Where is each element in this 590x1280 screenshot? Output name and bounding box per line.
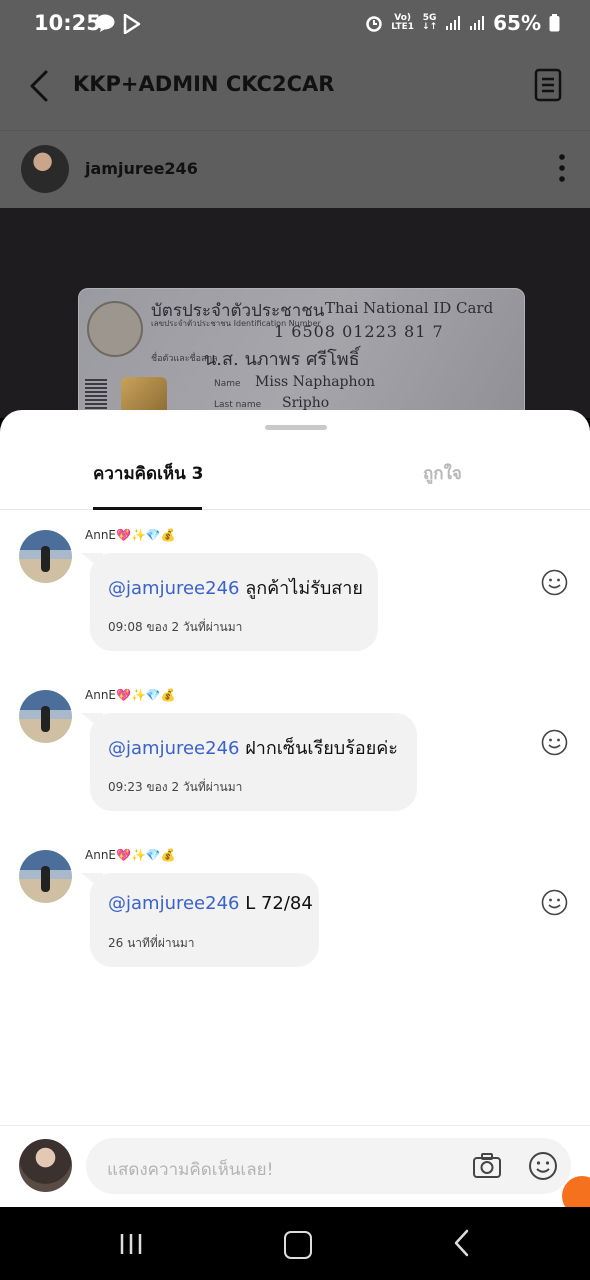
- id-number: 1 6508 01223 81 7: [274, 322, 444, 341]
- id-title-english: Thai National ID Card: [325, 299, 494, 317]
- id-name-english: Miss Naphaphon: [255, 374, 375, 390]
- comment-time: 09:23 ของ 2 วันที่ผ่านมา: [108, 780, 243, 794]
- line-notification-icon: [95, 14, 115, 32]
- mention-link[interactable]: @jamjuree246: [108, 738, 239, 759]
- avatar[interactable]: [21, 145, 69, 193]
- tab-comments[interactable]: ความคิดเห็น 3: [93, 460, 203, 487]
- comment-composer: แสดงความคิดเห็นเลย!: [0, 1125, 590, 1207]
- comment-author[interactable]: AnnE💖✨💎💰: [85, 848, 176, 862]
- comment-input[interactable]: แสดงความคิดเห็นเลย!: [86, 1138, 571, 1194]
- volte-indicator: Vo) LTE1: [391, 13, 415, 32]
- signal-icon-1: [446, 16, 461, 30]
- home-icon[interactable]: [284, 1231, 312, 1259]
- comment-input-placeholder: แสดงความคิดเห็นเลย!: [107, 1160, 274, 1180]
- back-arrow-icon[interactable]: [26, 68, 54, 104]
- sheet-tabs: ความคิดเห็น 3 ถูกใจ: [0, 446, 590, 510]
- comment-text: @jamjuree246 ลูกค้าไม่รับสาย: [108, 578, 363, 599]
- signal-icon-2: [470, 16, 485, 30]
- status-time: 10:25: [34, 11, 101, 35]
- comment-author[interactable]: AnnE💖✨💎💰: [85, 528, 176, 542]
- id-name-en-label: Name: [214, 379, 241, 389]
- post-photo[interactable]: บัตรประจำตัวประชาชน Thai National ID Car…: [0, 208, 590, 418]
- comment-text: @jamjuree246 ฝากเซ็นเรียบร้อยค่ะ: [108, 738, 398, 759]
- id-name-thai: น.ส. นภาพร ศรีโพธิ์: [204, 349, 360, 370]
- play-store-icon: [123, 14, 141, 34]
- smiley-reaction-icon[interactable]: [541, 889, 568, 916]
- comment-bubble[interactable]: @jamjuree246 ลูกค้าไม่รับสาย 09:08 ของ 2…: [81, 553, 378, 651]
- camera-icon[interactable]: [472, 1152, 502, 1180]
- battery-icon: [549, 14, 560, 32]
- comment-text: @jamjuree246 L 72/84: [108, 893, 313, 914]
- comment-author[interactable]: AnnE💖✨💎💰: [85, 688, 176, 702]
- id-lastname-label: Last name: [214, 400, 262, 410]
- emoji-icon[interactable]: [528, 1151, 558, 1181]
- network-indicator: 5G ↓↑: [422, 13, 438, 32]
- post-author-bar: jamjuree246: [0, 130, 590, 209]
- tab-likes[interactable]: ถูกใจ: [423, 460, 462, 487]
- status-bar: 10:25 Vo) LTE1 5G ↓↑ 65%: [0, 0, 590, 44]
- mention-link[interactable]: @jamjuree246: [108, 893, 239, 914]
- post-author-name[interactable]: jamjuree246: [85, 159, 198, 178]
- comment-time: 26 นาทีที่ผ่านมา: [108, 936, 195, 950]
- avatar[interactable]: [19, 690, 72, 743]
- smiley-reaction-icon[interactable]: [541, 729, 568, 756]
- emblem-icon: [87, 301, 143, 357]
- avatar[interactable]: [19, 850, 72, 903]
- mention-link[interactable]: @jamjuree246: [108, 578, 239, 599]
- alarm-icon: [366, 16, 382, 32]
- sheet-drag-handle[interactable]: [265, 425, 327, 430]
- recent-apps-icon[interactable]: [120, 1233, 142, 1255]
- avatar[interactable]: [19, 530, 72, 583]
- id-card-image: บัตรประจำตัวประชาชน Thai National ID Car…: [78, 288, 525, 418]
- notes-menu-icon[interactable]: [534, 68, 562, 102]
- chat-title: KKP+ADMIN CKC2CAR: [73, 72, 335, 96]
- id-lastname: Sripho: [282, 395, 330, 411]
- avatar: [19, 1139, 72, 1192]
- smiley-reaction-icon[interactable]: [541, 569, 568, 596]
- battery-percent: 65%: [493, 11, 541, 35]
- comments-sheet: ความคิดเห็น 3 ถูกใจ AnnE💖✨💎💰 @jamjuree24…: [0, 410, 590, 1207]
- more-options-icon[interactable]: [554, 153, 570, 183]
- comment-bubble[interactable]: @jamjuree246 ฝากเซ็นเรียบร้อยค่ะ 09:23 ข…: [81, 713, 417, 811]
- comment-bubble[interactable]: @jamjuree246 L 72/84 26 นาทีที่ผ่านมา: [81, 873, 319, 967]
- chat-header: KKP+ADMIN CKC2CAR: [0, 44, 590, 130]
- nav-back-icon[interactable]: [452, 1229, 472, 1257]
- active-tab-indicator: [93, 507, 202, 510]
- system-nav-bar: [0, 1207, 590, 1280]
- comment-time: 09:08 ของ 2 วันที่ผ่านมา: [108, 620, 243, 634]
